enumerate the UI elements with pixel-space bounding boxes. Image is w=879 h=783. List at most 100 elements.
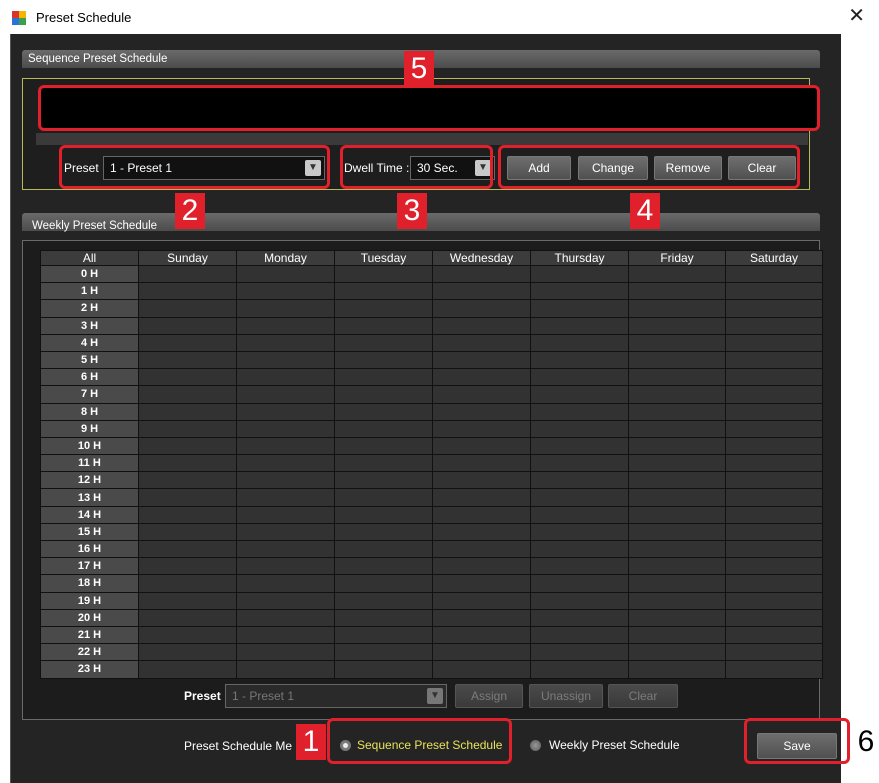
hour-header[interactable]: 9 H [40,419,139,438]
schedule-cell[interactable] [725,368,823,387]
schedule-cell[interactable] [530,264,629,284]
hour-header[interactable]: 10 H [40,436,139,456]
schedule-cell[interactable] [628,419,726,438]
schedule-cell[interactable] [138,368,237,387]
schedule-cell[interactable] [432,436,531,456]
schedule-cell[interactable] [432,385,531,404]
day-header[interactable]: Monday [236,250,335,266]
schedule-cell[interactable] [530,643,629,662]
schedule-cell[interactable] [432,454,531,473]
schedule-cell[interactable] [432,316,531,335]
schedule-cell[interactable] [138,454,237,473]
schedule-cell[interactable] [725,574,823,593]
schedule-cell[interactable] [628,643,726,662]
schedule-cell[interactable] [432,282,531,301]
schedule-cell[interactable] [236,608,335,627]
schedule-cell[interactable] [432,591,531,610]
schedule-cell[interactable] [138,471,237,490]
schedule-cell[interactable] [236,368,335,387]
schedule-cell[interactable] [138,608,237,627]
schedule-cell[interactable] [334,282,433,301]
schedule-cell[interactable] [725,608,823,627]
close-icon[interactable]: ✕ [848,6,865,26]
schedule-cell[interactable] [628,350,726,370]
sequence-mode-radio[interactable] [340,740,351,751]
schedule-cell[interactable] [236,643,335,662]
schedule-cell[interactable] [334,574,433,593]
chevron-down-icon[interactable]: ▼ [305,160,321,176]
schedule-cell[interactable] [628,333,726,352]
schedule-cell[interactable] [334,368,433,387]
schedule-cell[interactable] [628,557,726,576]
day-header[interactable]: Sunday [138,250,237,266]
day-header[interactable]: Saturday [725,250,823,266]
day-header[interactable]: Tuesday [334,250,433,266]
schedule-cell[interactable] [725,419,823,438]
hour-header[interactable]: 5 H [40,350,139,370]
schedule-cell[interactable] [628,299,726,318]
schedule-cell[interactable] [334,471,433,490]
remove-button[interactable]: Remove [654,156,722,180]
schedule-cell[interactable] [725,643,823,662]
schedule-cell[interactable] [530,660,629,679]
schedule-cell[interactable] [138,299,237,318]
schedule-cell[interactable] [530,574,629,593]
chevron-down-icon[interactable]: ▼ [427,688,443,704]
schedule-cell[interactable] [432,402,531,421]
schedule-cell[interactable] [725,505,823,524]
schedule-cell[interactable] [628,522,726,542]
day-header[interactable]: Wednesday [432,250,531,266]
schedule-cell[interactable] [138,333,237,352]
schedule-cell[interactable] [334,264,433,284]
hour-header[interactable]: 13 H [40,488,139,507]
weekly-preset-dropdown[interactable]: 1 - Preset 1 ▼ [225,684,447,708]
schedule-cell[interactable] [334,299,433,318]
schedule-cell[interactable] [432,488,531,507]
schedule-cell[interactable] [334,419,433,438]
schedule-cell[interactable] [236,436,335,456]
schedule-cell[interactable] [432,539,531,559]
schedule-cell[interactable] [334,608,433,627]
select-all-header[interactable]: All [40,250,139,266]
schedule-cell[interactable] [334,436,433,456]
schedule-cell[interactable] [530,539,629,559]
hour-header[interactable]: 19 H [40,591,139,610]
hour-header[interactable]: 11 H [40,454,139,473]
schedule-cell[interactable] [725,299,823,318]
schedule-cell[interactable] [236,625,335,645]
schedule-cell[interactable] [236,591,335,610]
schedule-cell[interactable] [725,436,823,456]
schedule-cell[interactable] [432,471,531,490]
schedule-cell[interactable] [138,574,237,593]
schedule-cell[interactable] [628,402,726,421]
hour-header[interactable]: 0 H [40,264,139,284]
hour-header[interactable]: 7 H [40,385,139,404]
schedule-cell[interactable] [138,264,237,284]
schedule-cell[interactable] [530,333,629,352]
schedule-cell[interactable] [725,539,823,559]
schedule-cell[interactable] [530,505,629,524]
schedule-cell[interactable] [432,522,531,542]
schedule-cell[interactable] [138,539,237,559]
hour-header[interactable]: 16 H [40,539,139,559]
assign-button[interactable]: Assign [455,684,523,708]
schedule-cell[interactable] [236,488,335,507]
schedule-cell[interactable] [432,625,531,645]
dwell-time-dropdown[interactable]: 30 Sec. ▼ [410,156,495,180]
schedule-cell[interactable] [236,505,335,524]
schedule-cell[interactable] [725,557,823,576]
schedule-cell[interactable] [628,591,726,610]
schedule-cell[interactable] [236,454,335,473]
schedule-cell[interactable] [236,574,335,593]
hour-header[interactable]: 17 H [40,557,139,576]
schedule-cell[interactable] [530,436,629,456]
schedule-cell[interactable] [334,402,433,421]
schedule-cell[interactable] [236,419,335,438]
schedule-cell[interactable] [628,385,726,404]
schedule-cell[interactable] [432,574,531,593]
hour-header[interactable]: 12 H [40,471,139,490]
schedule-cell[interactable] [236,471,335,490]
schedule-cell[interactable] [432,660,531,679]
schedule-cell[interactable] [236,282,335,301]
hour-header[interactable]: 15 H [40,522,139,542]
